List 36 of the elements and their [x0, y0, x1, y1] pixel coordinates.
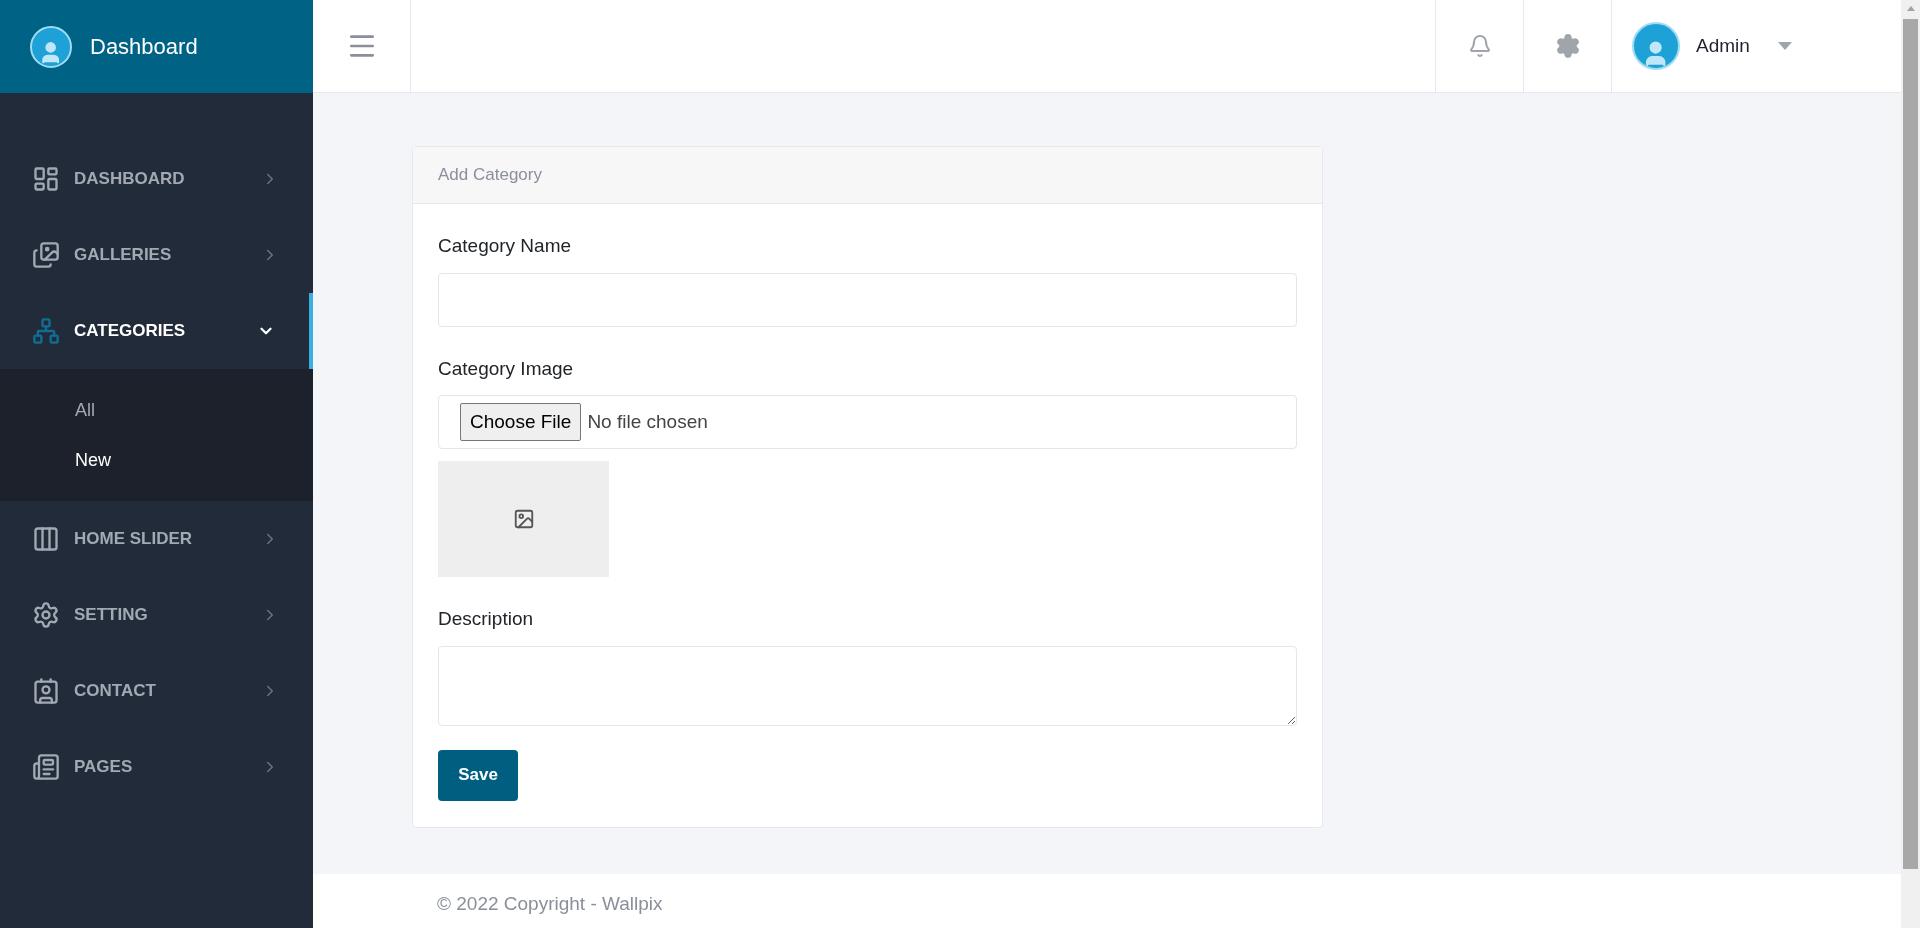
dashboard-icon [32, 165, 60, 193]
description-textarea[interactable] [438, 645, 1297, 726]
field-label: Description [438, 607, 535, 631]
sidebar-item[interactable]: SETTING [0, 577, 313, 653]
scroll-up-arrow-icon[interactable] [1906, 6, 1915, 11]
images-icon [32, 241, 60, 269]
submenu-item[interactable]: New [0, 435, 111, 485]
card-title: Add Category [438, 164, 542, 187]
copyright-text: © 2022 Copyright - Wallpix [437, 893, 663, 914]
file-input[interactable]: Choose File No file chosen [438, 395, 1297, 449]
image-icon [512, 508, 535, 530]
hierarchy-icon [32, 317, 60, 345]
scrollbar-thumb[interactable] [1903, 19, 1918, 869]
save-button[interactable]: Save [438, 749, 518, 801]
sidebar-item[interactable]: GALLERIES [0, 217, 313, 293]
sidebar-item[interactable]: PAGES [0, 729, 313, 805]
text-input[interactable] [438, 272, 1297, 327]
brand-title: Dashboard [90, 33, 198, 61]
gear-icon [32, 601, 60, 629]
avatar-icon [1632, 22, 1680, 70]
caret-icon [1777, 42, 1792, 50]
document-icon [32, 753, 60, 781]
field-label: Category Name [438, 234, 573, 258]
file-status: No file chosen [587, 409, 708, 434]
choose-file-button[interactable]: Choose File [460, 403, 582, 441]
sidebar-item[interactable]: HOME SLIDER [0, 501, 313, 577]
avatar-icon [30, 25, 72, 68]
field-label: Category Image [438, 356, 575, 381]
contact-card-icon [32, 677, 60, 705]
submenu-item[interactable]: All [0, 385, 95, 435]
columns-icon [32, 525, 60, 553]
settings-icon [1554, 33, 1581, 59]
sidebar-item[interactable]: CONTACT [0, 653, 313, 729]
user-menu[interactable]: Admin [1611, 0, 1901, 92]
sidebar-item[interactable]: DASHBOARD [0, 141, 313, 217]
bell-icon [1467, 34, 1492, 58]
